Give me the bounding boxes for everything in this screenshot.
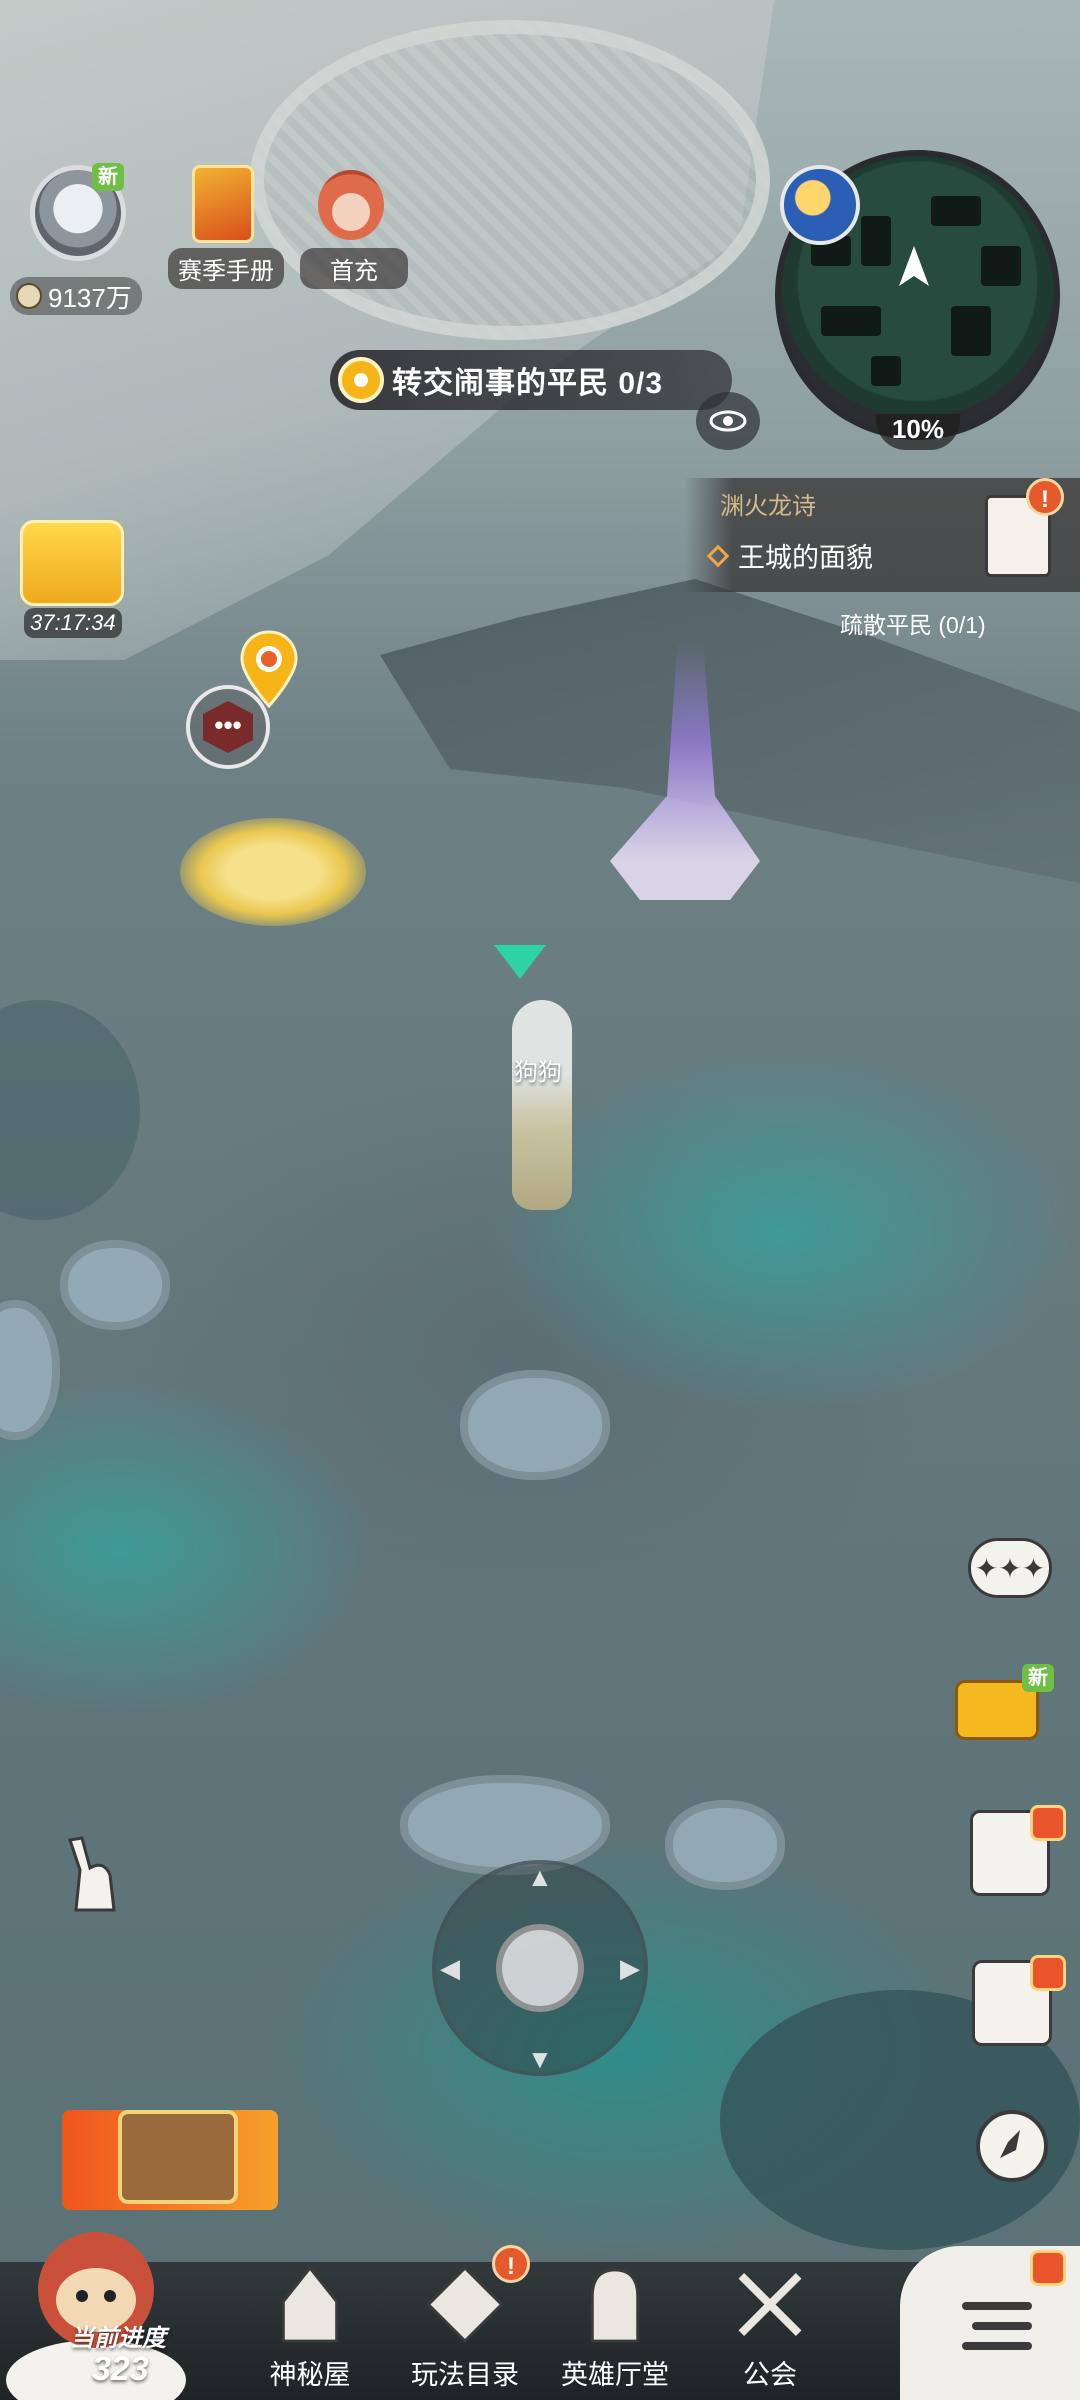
handbook-icon [192, 165, 254, 243]
main-task[interactable]: 王城的面貌 [706, 536, 873, 575]
nav-label: 玩法目录 [411, 2360, 519, 2390]
puddle [460, 1370, 610, 1480]
compass-button[interactable] [976, 2110, 1048, 2182]
currency-display[interactable]: 9137万 [10, 277, 142, 315]
menu-icon [962, 2302, 1032, 2350]
gift-icon [1030, 1805, 1066, 1841]
mystery-house-icon [281, 2265, 339, 2343]
quest-tracker[interactable]: 转交闹事的平民 0/3 [330, 350, 732, 410]
puddle [60, 1240, 170, 1330]
puddle [665, 1800, 785, 1890]
arrow-up-icon: ▲ [527, 1862, 553, 1892]
gold-chest-icon [20, 520, 124, 606]
quest-text: 转交闹事的平民 0/3 [392, 367, 664, 400]
reward-timer: 37:17:34 [24, 608, 122, 638]
view-toggle-button[interactable] [696, 392, 760, 450]
joystick-knob-boot-icon[interactable] [496, 1924, 584, 2012]
nav-label: 公会 [743, 2360, 797, 2390]
currency-amount: 9137万 [48, 282, 132, 313]
crossed-swords-icon [738, 2273, 802, 2336]
new-badge: 新 [1022, 1664, 1054, 1692]
day-night-icon[interactable] [780, 165, 860, 245]
progress-value: 323 [92, 2350, 149, 2388]
arrow-down-icon: ▼ [527, 2044, 553, 2074]
progress-label: 当前进度 [70, 2325, 166, 2352]
chat-bubble-icon: ✦✦✦ [974, 1552, 1046, 1584]
eye-icon [709, 410, 747, 432]
sub-task-text: 疏散平民 (0/1) [840, 612, 986, 638]
npc-dialog-icon: ••• [203, 701, 253, 753]
diamond-icon [706, 544, 730, 567]
emote-button[interactable] [60, 1830, 120, 1920]
season-handbook-button[interactable] [192, 165, 254, 243]
nav-label: 神秘屋 [269, 2360, 351, 2390]
arrow-left-icon: ◀ [440, 1953, 460, 1983]
nav-hero-hall[interactable]: 英雄厅堂 [545, 2262, 685, 2400]
alert-badge: ! [492, 2245, 530, 2283]
coin-icon [16, 283, 42, 309]
compass-icon [1000, 2130, 1020, 2158]
player-name: 狗狗 [514, 1059, 562, 1086]
arrow-right-icon: ▶ [620, 1953, 640, 1983]
dark-foliage [0, 1000, 140, 1220]
gift-icon [1030, 2250, 1066, 2286]
main-task-text: 王城的面貌 [738, 543, 873, 573]
player-character [512, 1000, 572, 1210]
puddle [0, 1300, 60, 1440]
task-chapter: 渊火龙诗 [720, 493, 816, 520]
quest-location-pin-icon [240, 630, 298, 708]
puddle [400, 1775, 610, 1875]
helmet-icon [590, 2268, 640, 2343]
nav-guild[interactable]: 公会 [700, 2262, 840, 2400]
season-handbook-label: 赛季手册 [168, 248, 284, 289]
gift-icon [1030, 1955, 1066, 1991]
nav-label: 英雄厅堂 [561, 2360, 669, 2390]
alert-badge: ! [1026, 478, 1064, 516]
location-pin-icon [338, 357, 384, 403]
first-recharge-label: 首充 [300, 248, 408, 289]
character-face-icon [318, 170, 384, 240]
player-position-icon [899, 246, 929, 286]
chat-button[interactable]: ✦✦✦ [968, 1538, 1052, 1598]
first-recharge-button[interactable] [318, 170, 384, 240]
npc-highlight-ring [180, 818, 366, 926]
new-badge: 新 [92, 163, 124, 191]
nav-mystery-house[interactable]: 神秘屋 [240, 2262, 380, 2400]
